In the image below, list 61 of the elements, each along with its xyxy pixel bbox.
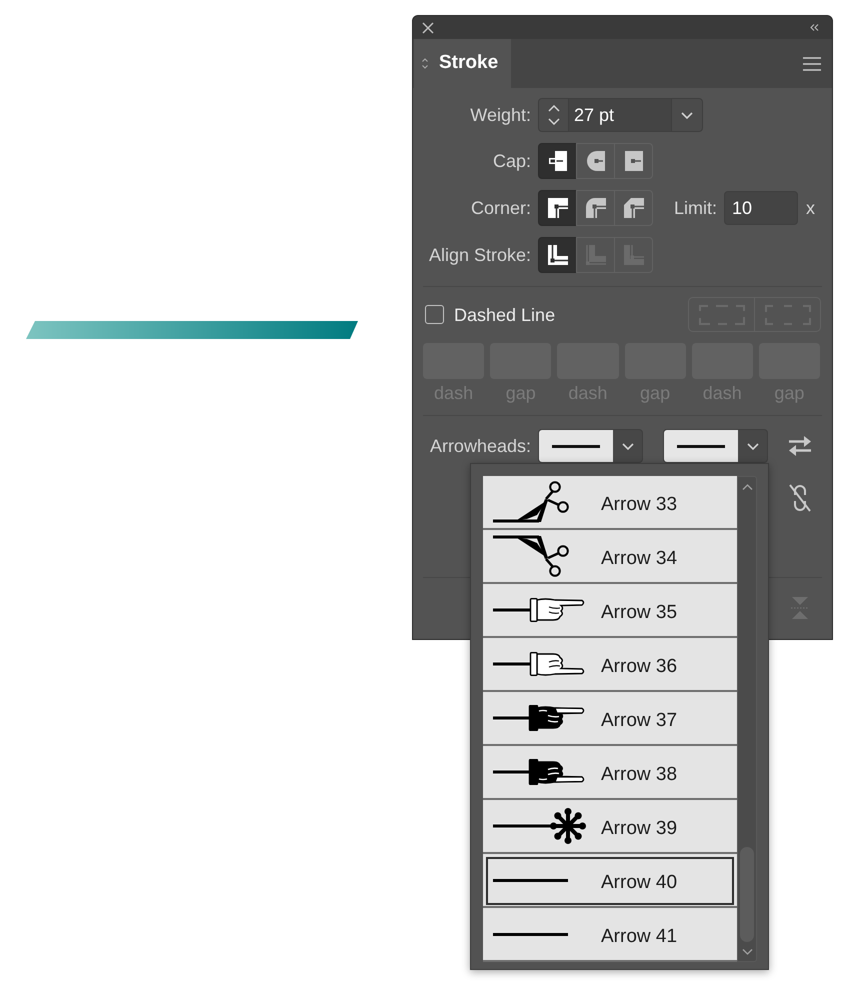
line-icon (677, 444, 725, 448)
limit-field[interactable]: 10 (724, 191, 798, 225)
arrowhead-start-dropdown[interactable] (538, 429, 643, 463)
menu-item[interactable]: Arrow 34 (483, 530, 737, 584)
menu-item[interactable]: Arrow 37 (483, 692, 737, 746)
projecting-cap-icon (624, 151, 642, 171)
chevron-down-icon (622, 442, 634, 450)
pointing-hand-icon (493, 705, 586, 731)
limit-label: Limit: (674, 198, 718, 218)
round-corner-icon (586, 198, 606, 218)
arrowheads-label: Arrowheads: (430, 436, 531, 456)
swap-arrows-icon[interactable] (788, 436, 812, 456)
menu-item[interactable]: Arrow 36 (483, 638, 737, 692)
weight-field[interactable]: 27 pt (569, 98, 671, 132)
bevel-corner-icon (624, 198, 644, 218)
asterisk-icon (493, 808, 586, 844)
menu-item[interactable]: Arrow 33 (483, 476, 737, 530)
align-inside-icon (586, 245, 606, 265)
up-down-chevron-icon (422, 58, 428, 69)
align-stroke-label: Align Stroke: (428, 245, 531, 265)
line-icon (493, 932, 568, 936)
menu-item[interactable]: Arrow 40 (483, 854, 737, 908)
dashed-line-checkbox[interactable] (425, 305, 444, 324)
menu-item[interactable]: Arrow 41 (483, 908, 737, 962)
dashed-line-label: Dashed Line (454, 304, 556, 324)
cap-button[interactable] (538, 143, 577, 179)
scrollbar[interactable] (737, 476, 757, 962)
pointing-hand-icon (493, 598, 586, 622)
line-icon (552, 444, 600, 448)
miter-corner-icon (548, 198, 568, 218)
scissors-icon (493, 481, 569, 523)
corner-button[interactable] (538, 190, 577, 226)
scroll-up-icon[interactable] (742, 484, 752, 490)
up-down-chevron-icon (548, 105, 560, 125)
scissors-icon (493, 535, 569, 577)
align-center-icon (548, 245, 568, 265)
menu-item[interactable]: Arrow 35 (483, 584, 737, 638)
chevron-down-icon (681, 112, 693, 118)
round-cap-icon (586, 151, 604, 171)
pointing-hand-icon (493, 759, 586, 785)
pointing-hand-icon (493, 652, 586, 676)
panel-tab[interactable]: Stroke (414, 39, 511, 88)
weight-dropdown-button[interactable] (671, 98, 703, 132)
weight-label: Weight: (470, 105, 531, 125)
broken-link-icon[interactable] (789, 483, 811, 513)
weight-stepper[interactable] (538, 98, 569, 132)
arrowhead-end-dropdown[interactable] (663, 429, 768, 463)
menu-item[interactable]: Arrow 39 (483, 800, 737, 854)
limit-unit: x (806, 198, 816, 218)
scroll-down-icon[interactable] (742, 949, 752, 955)
double-chevron-icon[interactable] (810, 24, 819, 31)
align-outside-icon (624, 245, 644, 265)
chevron-down-icon (746, 442, 758, 450)
corner-label: Corner: (470, 198, 531, 218)
close-icon[interactable] (422, 22, 434, 34)
align-stroke-button[interactable] (538, 237, 577, 273)
butt-cap-icon (548, 151, 566, 171)
menu-icon[interactable] (803, 56, 821, 70)
cap-label: Cap: (492, 151, 531, 171)
menu-item[interactable]: Arrow 38 (483, 746, 737, 800)
line-icon (493, 878, 568, 882)
